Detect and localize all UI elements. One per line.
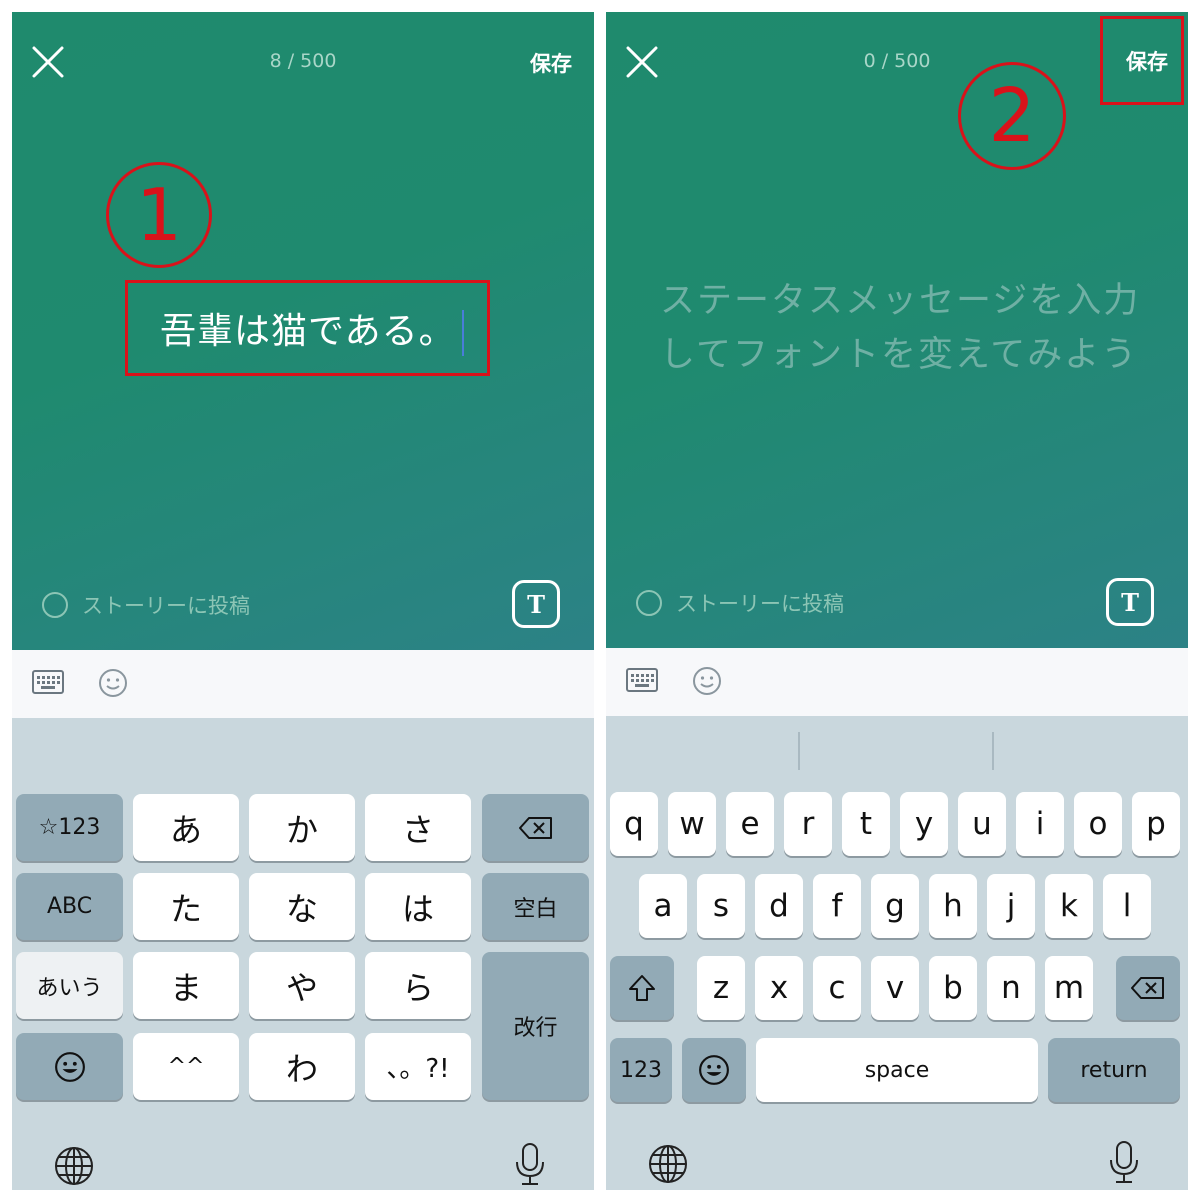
annotation-number-1: 1 (106, 162, 212, 268)
key-ta[interactable]: た (133, 873, 239, 940)
backspace-icon (1131, 977, 1164, 999)
key-g[interactable]: g (871, 874, 919, 938)
post-to-story-toggle[interactable]: ストーリーに投稿 (42, 590, 250, 620)
key-a[interactable]: あ (133, 794, 239, 861)
input-accessory-bar (12, 650, 594, 719)
key-u[interactable]: u (958, 792, 1006, 856)
key-symbols-123[interactable]: ☆123 (16, 794, 123, 861)
status-placeholder[interactable]: ステータスメッセージを入力 してフォントを変えてみよう (660, 274, 1180, 382)
radio-circle-icon (636, 590, 662, 616)
key-ha[interactable]: は (365, 873, 471, 940)
key-punctuation[interactable]: 、。?! (365, 1033, 471, 1100)
microphone-icon[interactable] (512, 1142, 548, 1186)
key-h[interactable]: h (929, 874, 977, 938)
english-keyboard: q w e r t y u i o p a s d f g h j k l z … (606, 716, 1188, 1188)
microphone-icon[interactable] (1106, 1140, 1142, 1184)
key-ya[interactable]: や (249, 952, 355, 1019)
key-a[interactable]: a (639, 874, 687, 938)
suggestion-divider (798, 732, 800, 770)
key-l[interactable]: l (1103, 874, 1151, 938)
key-b[interactable]: b (929, 956, 977, 1020)
key-r[interactable]: r (784, 792, 832, 856)
key-na[interactable]: な (249, 873, 355, 940)
key-f[interactable]: f (813, 874, 861, 938)
key-space[interactable]: 空白 (482, 873, 589, 940)
backspace-icon (518, 816, 552, 839)
emoji-icon[interactable] (98, 668, 128, 698)
key-e[interactable]: e (726, 792, 774, 856)
key-s[interactable]: s (697, 874, 745, 938)
key-w[interactable]: w (668, 792, 716, 856)
key-z[interactable]: z (697, 956, 745, 1020)
key-y[interactable]: y (900, 792, 948, 856)
key-kana-mode[interactable]: あいう (16, 952, 123, 1019)
radio-circle-icon (42, 592, 68, 618)
key-n[interactable]: n (987, 956, 1035, 1020)
font-style-button[interactable]: T (1106, 578, 1154, 626)
input-accessory-bar (606, 648, 1188, 717)
key-k[interactable]: k (1045, 874, 1093, 938)
globe-icon[interactable] (648, 1144, 688, 1184)
key-o[interactable]: o (1074, 792, 1122, 856)
key-wa[interactable]: わ (249, 1033, 355, 1100)
font-style-button[interactable]: T (512, 580, 560, 628)
key-m[interactable]: m (1045, 956, 1093, 1020)
key-v[interactable]: v (871, 956, 919, 1020)
right-screenshot: 0 / 500 保存 ステータスメッセージを入力 してフォントを変えてみよう ス… (606, 12, 1188, 1190)
japanese-keyboard: ☆123 あ か さ ABC た な は 空白 あいう ま や ら 改行 ^^ … (12, 718, 594, 1190)
key-c[interactable]: c (813, 956, 861, 1020)
backspace-key[interactable] (1116, 956, 1180, 1020)
story-label: ストーリーに投稿 (676, 592, 844, 616)
key-sa[interactable]: さ (365, 794, 471, 861)
key-j[interactable]: j (987, 874, 1035, 938)
emoji-icon[interactable] (692, 666, 722, 696)
key-numbers[interactable]: 123 (610, 1038, 672, 1102)
left-screenshot: 8 / 500 保存 吾輩は猫である。 ストーリーに投稿 T ☆123 あ か … (12, 12, 594, 1190)
key-ka[interactable]: か (249, 794, 355, 861)
globe-icon[interactable] (54, 1146, 94, 1186)
annotation-box-save (1100, 16, 1184, 105)
annotation-number-2: 2 (958, 62, 1066, 170)
post-to-story-toggle[interactable]: ストーリーに投稿 (636, 588, 844, 618)
suggestion-divider (992, 732, 994, 770)
key-ra[interactable]: ら (365, 952, 471, 1019)
save-button[interactable]: 保存 (530, 48, 572, 78)
key-enter[interactable]: 改行 (482, 952, 589, 1100)
key-ma[interactable]: ま (133, 952, 239, 1019)
key-abc[interactable]: ABC (16, 873, 123, 940)
key-t[interactable]: t (842, 792, 890, 856)
key-d[interactable]: d (755, 874, 803, 938)
key-return[interactable]: return (1048, 1038, 1180, 1102)
key-kaomoji[interactable]: ^^ (133, 1033, 239, 1100)
shift-icon (629, 975, 655, 1001)
keyboard-icon[interactable] (626, 668, 658, 692)
backspace-key[interactable] (482, 794, 589, 861)
key-x[interactable]: x (755, 956, 803, 1020)
key-q[interactable]: q (610, 792, 658, 856)
shift-key[interactable] (610, 956, 674, 1020)
status-editor[interactable]: 0 / 500 保存 ステータスメッセージを入力 してフォントを変えてみよう ス… (606, 12, 1188, 648)
placeholder-line-1: ステータスメッセージを入力 (660, 281, 1141, 321)
character-counter: 8 / 500 (269, 50, 337, 72)
emoji-icon (54, 1051, 85, 1082)
annotation-box-text (125, 280, 490, 376)
key-space[interactable]: space (756, 1038, 1038, 1102)
placeholder-line-2: してフォントを変えてみよう (660, 335, 1139, 375)
key-p[interactable]: p (1132, 792, 1180, 856)
keyboard-icon[interactable] (32, 670, 64, 694)
key-emoji[interactable] (16, 1033, 123, 1100)
key-emoji[interactable] (682, 1038, 746, 1102)
story-label: ストーリーに投稿 (82, 594, 250, 618)
key-i[interactable]: i (1016, 792, 1064, 856)
emoji-icon (699, 1055, 729, 1085)
